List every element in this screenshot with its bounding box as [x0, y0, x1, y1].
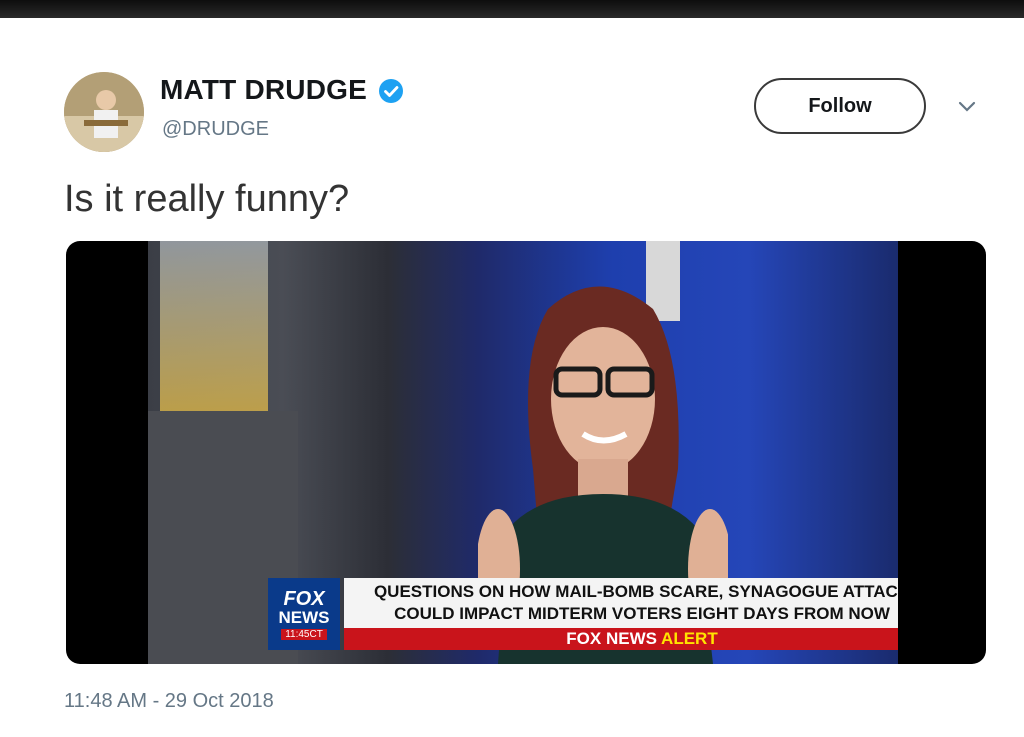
alert-prefix: FOX NEWS: [566, 629, 657, 648]
news-chyron: FOX NEWS 11:45CT QUESTIONS ON HOW MAIL-B…: [268, 578, 898, 650]
chyron-headline: QUESTIONS ON HOW MAIL-BOMB SCARE, SYNAGO…: [344, 578, 898, 628]
tweet-timestamp[interactable]: 11:48 AM - 29 Oct 2018: [64, 690, 274, 713]
chevron-down-icon[interactable]: [956, 98, 978, 114]
follow-button[interactable]: Follow: [754, 78, 926, 134]
verified-badge-icon: [378, 78, 404, 104]
logo-fox-text: FOX: [283, 587, 325, 610]
background-window: [160, 241, 268, 411]
fox-news-logo: FOX NEWS 11:45CT: [268, 578, 340, 650]
tweet-text: Is it really funny?: [64, 178, 350, 220]
alert-word: ALERT: [661, 629, 718, 648]
top-strip: [0, 0, 1024, 18]
chyron-clock: 11:45CT: [281, 628, 327, 640]
chyron-line-1: QUESTIONS ON HOW MAIL-BOMB SCARE, SYNAGO…: [373, 582, 898, 601]
video-frame: FOX NEWS 11:45CT QUESTIONS ON HOW MAIL-B…: [148, 241, 898, 664]
author-handle[interactable]: @DRUDGE: [162, 118, 269, 141]
alert-bar: FOX NEWS ALERT: [344, 628, 898, 650]
tweet-media[interactable]: FOX NEWS 11:45CT QUESTIONS ON HOW MAIL-B…: [66, 241, 986, 664]
chyron-line-2: COULD IMPACT MIDTERM VOTERS EIGHT DAYS F…: [394, 604, 890, 623]
logo-news-text: NEWS: [278, 607, 330, 627]
avatar[interactable]: [64, 72, 144, 152]
author-name[interactable]: MATT DRUDGE: [160, 74, 367, 106]
